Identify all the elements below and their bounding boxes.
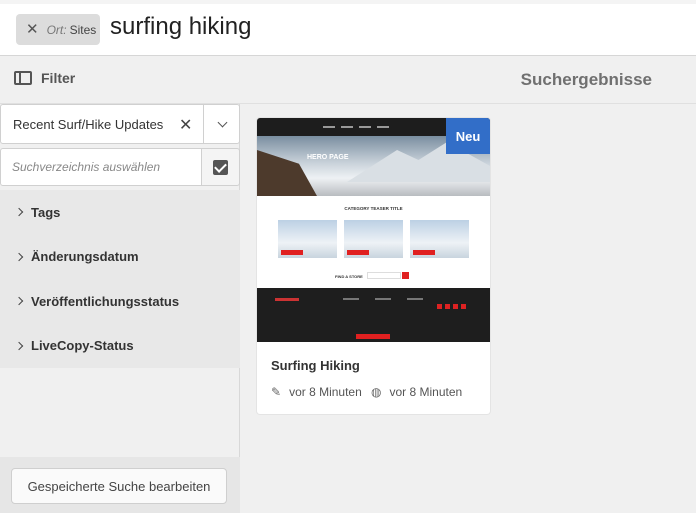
- filter-sidebar: Recent Surf/Hike Updates ✕ Suchverzeichn…: [0, 104, 240, 513]
- checkbox-icon: [213, 159, 228, 175]
- sidebar-footer: Gespeicherte Suche bearbeiten: [0, 457, 240, 513]
- chevron-right-icon: [14, 252, 24, 261]
- facet-label: Veröffentlichungsstatus: [31, 293, 180, 309]
- facet-list: Tags Änderungsdatum Veröffentlichungssta…: [0, 190, 240, 368]
- thumbnail-footer: [257, 288, 490, 342]
- chevron-right-icon: [14, 341, 24, 350]
- thumbnail-tile: [410, 220, 469, 258]
- location-tag-value: Sites: [69, 22, 97, 37]
- search-input[interactable]: surfing hiking: [110, 13, 251, 41]
- thumbnail-find-store: FIND A STORE: [335, 274, 363, 279]
- location-tag[interactable]: ✕ Ort: Sites: [16, 14, 100, 45]
- facet-modified-date[interactable]: Änderungsdatum: [0, 235, 240, 280]
- filter-toggle-button[interactable]: Filter: [14, 70, 75, 86]
- facet-label: Änderungsdatum: [31, 249, 139, 265]
- thumbnail-category-title: CATEGORY TEASER TITLE: [344, 206, 403, 211]
- location-tag-label: Ort:: [46, 22, 67, 37]
- toolbar: Filter Suchergebnisse: [0, 56, 696, 104]
- thumbnail-find-input: [367, 272, 401, 279]
- page-title: Suchergebnisse: [520, 70, 652, 89]
- top-strip: [0, 0, 696, 4]
- pencil-icon: ✎: [271, 385, 282, 399]
- search-bar: ✕ Ort: Sites surfing hiking: [0, 0, 696, 56]
- edit-saved-search-button[interactable]: Gespeicherte Suche bearbeiten: [11, 468, 227, 504]
- facet-label: LiveCopy-Status: [31, 338, 134, 354]
- saved-search-value: Recent Surf/Hike Updates: [13, 117, 164, 132]
- facet-tags[interactable]: Tags: [0, 190, 240, 235]
- thumbnail-tile: [278, 220, 337, 258]
- path-input[interactable]: Suchverzeichnis auswählen: [0, 148, 202, 186]
- facet-publication-status[interactable]: Veröffentlichungsstatus: [0, 279, 240, 324]
- published-time: vor 8 Minuten: [389, 385, 463, 399]
- facet-label: Tags: [31, 204, 61, 220]
- thumbnail-find-button: [402, 272, 409, 279]
- chevron-right-icon: [14, 297, 24, 306]
- modified-time: vor 8 Minuten: [289, 385, 362, 399]
- saved-search-select[interactable]: Recent Surf/Hike Updates ✕: [0, 104, 240, 144]
- card-title[interactable]: Surfing Hiking: [271, 358, 360, 373]
- modified-info: ✎ vor 8 Minuten: [271, 385, 362, 399]
- published-info: ◍ vor 8 Minuten: [371, 385, 462, 399]
- close-icon[interactable]: ✕: [179, 115, 192, 135]
- new-badge: Neu: [446, 118, 490, 154]
- dropdown-button[interactable]: [203, 105, 240, 143]
- filter-label: Filter: [41, 70, 76, 86]
- chevron-down-icon: [217, 117, 227, 127]
- path-confirm-button[interactable]: [201, 148, 240, 186]
- chevron-right-icon: [14, 208, 24, 217]
- thumbnail-hero-title: HERO PAGE: [307, 154, 349, 161]
- thumbnail-tile: [344, 220, 403, 258]
- facet-livecopy-status[interactable]: LiveCopy-Status: [0, 324, 240, 369]
- globe-icon: ◍: [371, 385, 382, 399]
- result-card[interactable]: HERO PAGE CATEGORY TEASER TITLE FIND A S…: [257, 118, 490, 414]
- close-icon[interactable]: ✕: [26, 22, 39, 37]
- filter-panel-icon: [14, 71, 32, 85]
